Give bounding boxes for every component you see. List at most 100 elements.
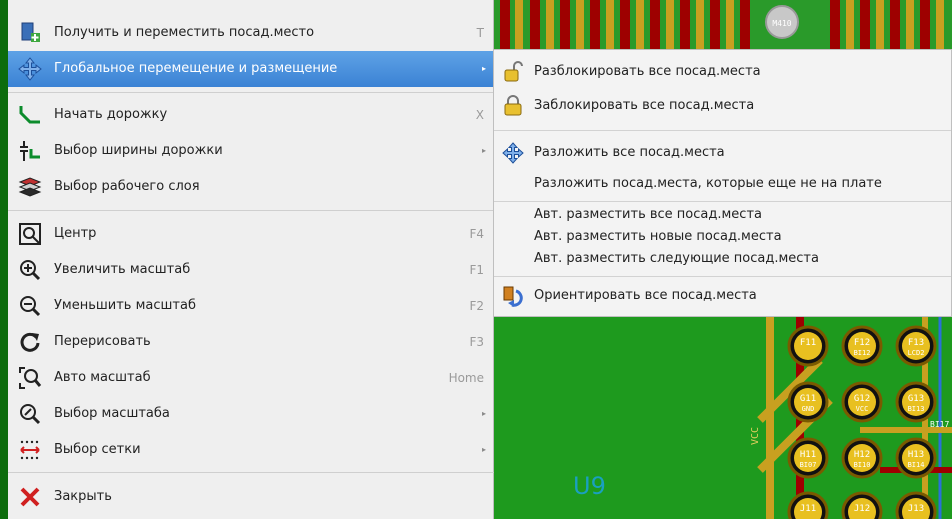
pad-j12: J12 [841, 491, 883, 519]
menu-item-center[interactable]: Центр F4 [8, 216, 494, 252]
menu-item-label: Увеличить масштаб [54, 262, 191, 277]
net-label-vcc: VCC [750, 427, 761, 445]
pad-j11: J11 [787, 491, 829, 519]
submenu-item-label: Ориентировать все посад.места [534, 288, 757, 303]
submenu-item-spread-not-on-board[interactable]: Разложить посад.места, которые еще не на… [494, 172, 951, 196]
submenu-item-orient-all[interactable]: Ориентировать все посад.места [494, 284, 951, 308]
submenu-item-lock-all[interactable]: Заблокировать все посад.места [494, 94, 951, 118]
menu-item-zoom-out[interactable]: Уменьшить масштаб F2 [8, 288, 494, 324]
zoom-center-icon [18, 222, 42, 246]
pad-net-label: BI12 [854, 349, 871, 357]
menu-item-track-width[interactable]: Выбор ширины дорожки ▸ [8, 133, 494, 169]
pad-net-label: LCD2 [908, 349, 925, 357]
move-arrows-icon [502, 142, 524, 164]
submenu-separator [494, 201, 951, 202]
trace-label: BI17 [930, 420, 949, 429]
pad-name-label: G12 [854, 394, 870, 404]
submenu-arrow-icon: ▸ [481, 445, 486, 454]
orient-icon [502, 285, 524, 307]
menu-item-label: Закрыть [54, 489, 112, 504]
submenu-item-label: Разложить все посад.места [534, 145, 725, 160]
pad-f13: F13LCD2 [895, 325, 937, 367]
pad-name-label: F12 [854, 338, 870, 348]
pad-name-label: H12 [854, 450, 870, 460]
submenu-arrow-icon: ▸ [481, 146, 486, 155]
lock-icon [502, 95, 524, 117]
pad-name-label: G11 [800, 394, 816, 404]
zoom-select-icon [18, 402, 42, 426]
menu-item-zoom-in[interactable]: Увеличить масштаб F1 [8, 252, 494, 288]
move-arrows-icon [18, 57, 42, 81]
menu-item-redraw[interactable]: Перерисовать F3 [8, 324, 494, 360]
menu-item-close[interactable]: Закрыть [8, 479, 494, 515]
submenu-item-autoplace-all[interactable]: Авт. разместить все посад.места [494, 204, 951, 226]
top-traces [494, 0, 952, 50]
left-edge-ticks [0, 0, 8, 519]
pad-name-label: H11 [800, 450, 816, 460]
designator-label: U9 [573, 472, 606, 500]
menu-item-label: Глобальное перемещение и размещение [54, 61, 338, 76]
context-menu: Получить и переместить посад.место T Гло… [8, 0, 494, 519]
submenu-arrow-icon: ▸ [481, 64, 486, 73]
submenu-item-label: Разложить посад.места, которые еще не на… [534, 176, 882, 191]
menu-item-label: Выбор сетки [54, 442, 141, 457]
shortcut-hint: F3 [469, 335, 484, 349]
menu-item-label: Выбор рабочего слоя [54, 179, 200, 194]
pad-net-label: VCC [856, 405, 869, 413]
close-icon [18, 485, 42, 509]
submenu-item-label: Авт. разместить новые посад.места [534, 229, 782, 244]
submenu-item-autoplace-next[interactable]: Авт. разместить следующие посад.места [494, 248, 951, 270]
shortcut-hint: F1 [469, 263, 484, 277]
menu-item-zoom-select[interactable]: Выбор масштаба ▸ [8, 396, 494, 432]
pad-name-label: J11 [800, 504, 816, 514]
pad-name-label: J12 [854, 504, 870, 514]
submenu-item-label: Разблокировать все посад.места [534, 64, 761, 79]
grid-icon [18, 438, 42, 462]
pad-h11: H11BI07 [787, 437, 829, 479]
submenu-item-label: Заблокировать все посад.места [534, 98, 755, 113]
pad-net-label: BI14 [908, 461, 925, 469]
pad-h13: H13BI14 [895, 437, 937, 479]
menu-item-global-move-place[interactable]: Глобальное перемещение и размещение ▸ [8, 51, 494, 87]
menu-item-working-layer[interactable]: Выбор рабочего слоя [8, 169, 494, 205]
menu-item-grid-select[interactable]: Выбор сетки ▸ [8, 432, 494, 468]
menu-separator [8, 472, 494, 473]
pad-f12: F12BI12 [841, 325, 883, 367]
pad-net-label: GND [802, 405, 815, 413]
menu-item-label: Начать дорожку [54, 107, 168, 122]
submenu-separator [494, 276, 951, 277]
submenu-item-spread-all[interactable]: Разложить все посад.места [494, 141, 951, 165]
pad-name-label: J13 [908, 504, 924, 514]
zoom-out-icon [18, 294, 42, 318]
submenu-item-label: Авт. разместить все посад.места [534, 207, 762, 222]
pad-name-label: F11 [800, 338, 816, 348]
unlock-icon [502, 61, 524, 83]
menu-item-get-move-footprint[interactable]: Получить и переместить посад.место T [8, 15, 494, 51]
track-width-icon [18, 139, 42, 163]
menu-separator [8, 210, 494, 211]
redraw-icon [18, 330, 42, 354]
menu-item-label: Выбор ширины дорожки [54, 143, 223, 158]
menu-item-label: Получить и переместить посад.место [54, 25, 315, 40]
submenu-arrow-icon: ▸ [481, 409, 486, 418]
top-pad-label: M410 [772, 19, 791, 28]
submenu-item-unlock-all[interactable]: Разблокировать все посад.места [494, 60, 951, 84]
pad-j13: J13 [895, 491, 937, 519]
menu-item-auto-zoom[interactable]: Авто масштаб Home [8, 360, 494, 396]
pad-g13: G13BI13 [895, 381, 937, 423]
zoom-in-icon [18, 258, 42, 282]
menu-item-start-track[interactable]: Начать дорожку X [8, 97, 494, 133]
submenu-item-autoplace-new[interactable]: Авт. разместить новые посад.места [494, 226, 951, 248]
shortcut-hint: T [476, 26, 484, 40]
pad-h12: H12BI10 [841, 437, 883, 479]
pad-net-label: BI13 [908, 405, 925, 413]
pad-f11: F11 [787, 325, 829, 367]
board-traces [494, 317, 952, 519]
pad-net-label: BI07 [800, 461, 817, 469]
move-footprint-icon [18, 21, 42, 45]
menu-item-label: Уменьшить масштаб [54, 298, 196, 313]
submenu-item-label: Авт. разместить следующие посад.места [534, 251, 819, 266]
layers-icon [18, 175, 42, 199]
shortcut-hint: F2 [469, 299, 484, 313]
pad-net-label: BI10 [854, 461, 871, 469]
